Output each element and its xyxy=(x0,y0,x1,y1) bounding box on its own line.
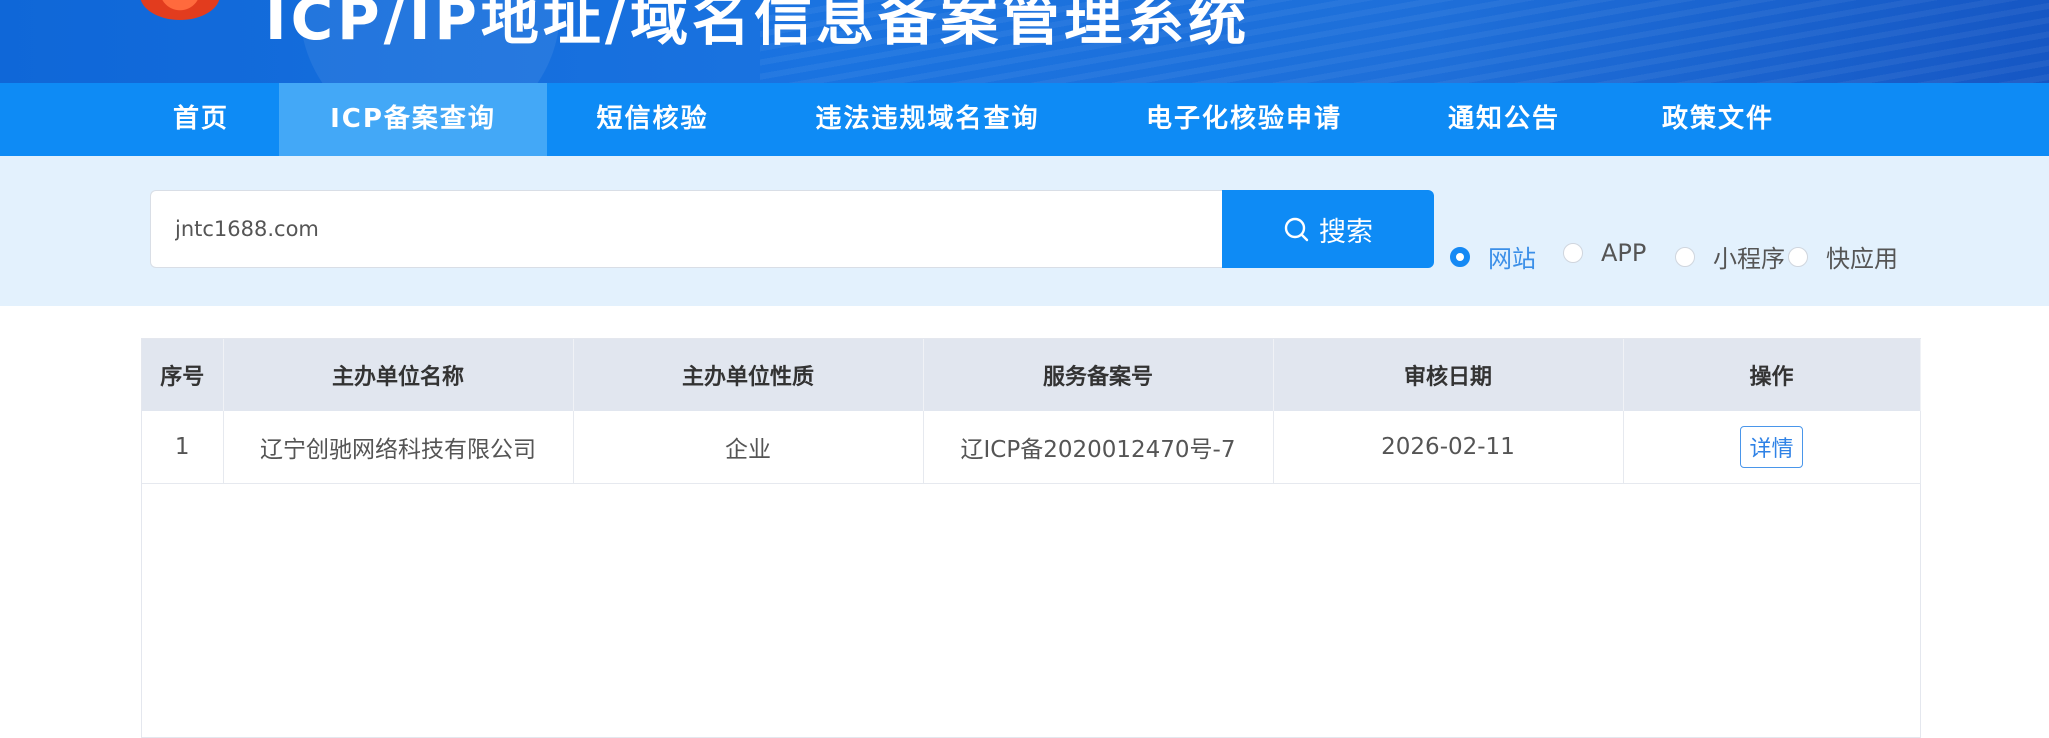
nav-item-icp-query[interactable]: ICP备案查询 xyxy=(279,83,547,156)
cell-org-type: 企业 xyxy=(573,411,924,484)
radio-checked-icon xyxy=(1450,246,1470,267)
radio-unchecked-icon xyxy=(1788,246,1808,267)
radio-quick-app-label: 快应用 xyxy=(1826,245,1898,273)
nav-item-home[interactable]: 首页 xyxy=(150,83,252,156)
radio-unchecked-icon xyxy=(1675,246,1695,267)
radio-app-label: APP xyxy=(1601,239,1647,267)
column-header-date: 审核日期 xyxy=(1273,339,1624,411)
search-area: 搜索 网站 APP 小程序 快应用 xyxy=(0,156,2049,306)
search-button-label: 搜索 xyxy=(1319,216,1373,248)
radio-unchecked-icon xyxy=(1563,243,1583,263)
emblem-icon xyxy=(140,0,220,20)
cell-license: 辽ICP备2020012470号-7 xyxy=(923,411,1274,484)
column-header-org-type: 主办单位性质 xyxy=(573,339,924,411)
nav-item-notices[interactable]: 通知公告 xyxy=(1434,83,1574,156)
column-header-license: 服务备案号 xyxy=(923,339,1274,411)
radio-mini-program-label: 小程序 xyxy=(1713,245,1785,273)
search-button[interactable]: 搜索 xyxy=(1222,190,1434,268)
column-header-action: 操作 xyxy=(1623,339,1921,411)
detail-button[interactable]: 详情 xyxy=(1740,426,1803,468)
search-icon xyxy=(1284,217,1309,242)
header-banner: ICP/IP地址/域名信息备案管理系统 xyxy=(0,0,2049,83)
cell-action: 详情 xyxy=(1623,411,1921,484)
cell-org-name: 辽宁创驰网络科技有限公司 xyxy=(223,411,574,484)
main-nav: 首页 ICP备案查询 短信核验 违法违规域名查询 电子化核验申请 通知公告 政策… xyxy=(0,83,2049,156)
radio-website[interactable]: 网站 xyxy=(1450,239,1536,274)
nav-item-illegal-domain-query[interactable]: 违法违规域名查询 xyxy=(790,83,1065,156)
search-input[interactable] xyxy=(150,190,1222,268)
radio-website-label: 网站 xyxy=(1488,245,1536,273)
nav-item-policy-docs[interactable]: 政策文件 xyxy=(1648,83,1788,156)
cell-date: 2026-02-11 xyxy=(1273,411,1624,484)
column-header-org-name: 主办单位名称 xyxy=(223,339,574,411)
radio-quick-app[interactable]: 快应用 xyxy=(1788,239,1898,274)
radio-mini-program[interactable]: 小程序 xyxy=(1675,239,1785,274)
nav-item-sms-verify[interactable]: 短信核验 xyxy=(570,83,735,156)
table-row: 1 辽宁创驰网络科技有限公司 企业 辽ICP备2020012470号-7 202… xyxy=(142,411,1921,484)
cell-index: 1 xyxy=(142,411,224,484)
table-header-row: 序号 主办单位名称 主办单位性质 服务备案号 审核日期 操作 xyxy=(142,339,1921,411)
column-header-index: 序号 xyxy=(142,339,224,411)
nav-item-electronic-verify[interactable]: 电子化核验申请 xyxy=(1123,83,1365,156)
system-title: ICP/IP地址/域名信息备案管理系统 xyxy=(265,0,1251,53)
results-table: 序号 主办单位名称 主办单位性质 服务备案号 审核日期 操作 1 辽宁创驰网络科… xyxy=(141,338,1921,738)
radio-app[interactable]: APP xyxy=(1563,239,1646,267)
